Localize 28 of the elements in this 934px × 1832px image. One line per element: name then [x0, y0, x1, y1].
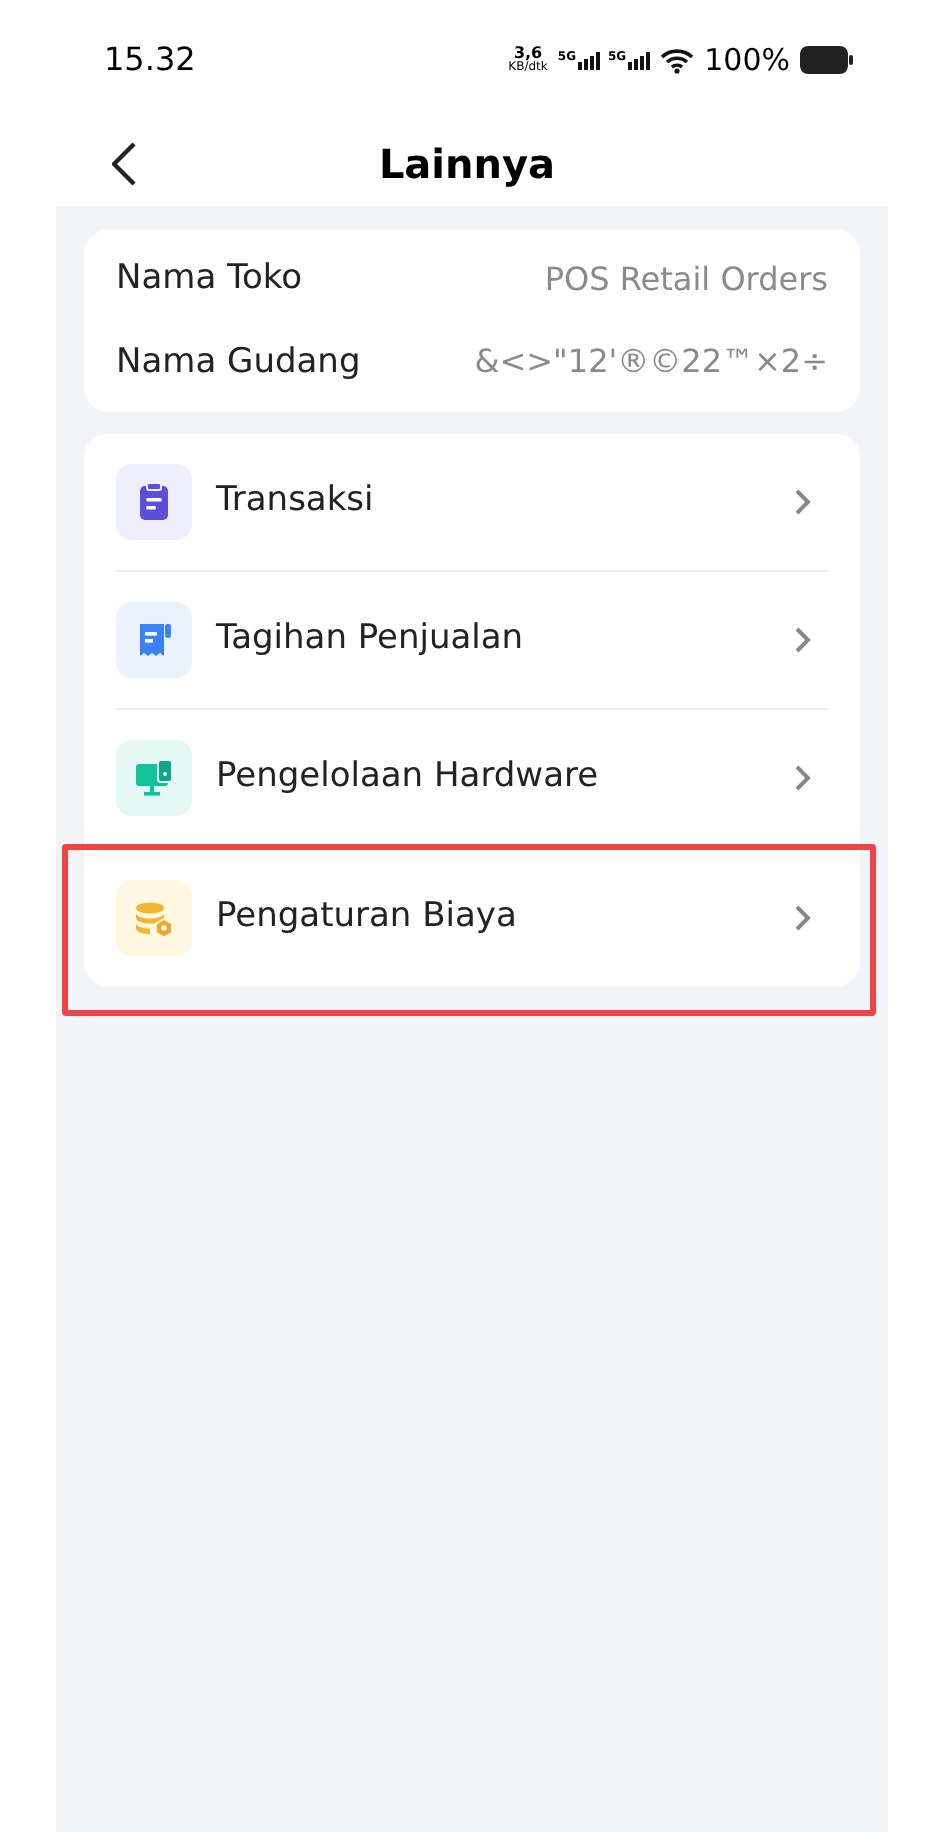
- menu-item[interactable]: Pengaturan Biaya: [116, 848, 828, 986]
- clipboard-icon: [116, 464, 192, 540]
- field-label: Nama Toko: [116, 256, 303, 302]
- field-label: Nama Gudang: [116, 339, 361, 385]
- back-icon: [112, 142, 136, 186]
- coins-icon: [116, 879, 192, 955]
- chevron-icon: [794, 764, 812, 792]
- chevron-icon: [794, 626, 812, 654]
- menu-label: Transaksi: [216, 478, 376, 525]
- signal-icon: [628, 51, 651, 69]
- chevron-icon: [794, 488, 812, 516]
- menu-item[interactable]: Pengelolaan Hardware: [116, 710, 828, 848]
- status-time: 15.32: [104, 38, 196, 82]
- menu-item[interactable]: Tagihan Penjualan: [116, 572, 828, 710]
- menu-label: Tagihan Penjualan: [216, 616, 526, 663]
- monitor-icon: [116, 740, 192, 816]
- signal-icon: [578, 51, 600, 69]
- menu-label: Pengaturan Biaya: [216, 893, 519, 940]
- menu-label: Pengelolaan Hardware: [216, 754, 601, 801]
- field-value: POS Retail Orders: [544, 257, 828, 302]
- battery-level: 100%: [704, 39, 790, 82]
- page-title: Lainnya: [378, 137, 556, 191]
- battery-icon: [800, 46, 854, 74]
- wifi-icon: [660, 47, 695, 73]
- receipt-icon: [116, 602, 192, 678]
- menu-item[interactable]: Transaksi: [116, 434, 828, 572]
- field-value: &<>"12'®©22™×2÷: [474, 340, 828, 385]
- chevron-icon: [794, 903, 812, 931]
